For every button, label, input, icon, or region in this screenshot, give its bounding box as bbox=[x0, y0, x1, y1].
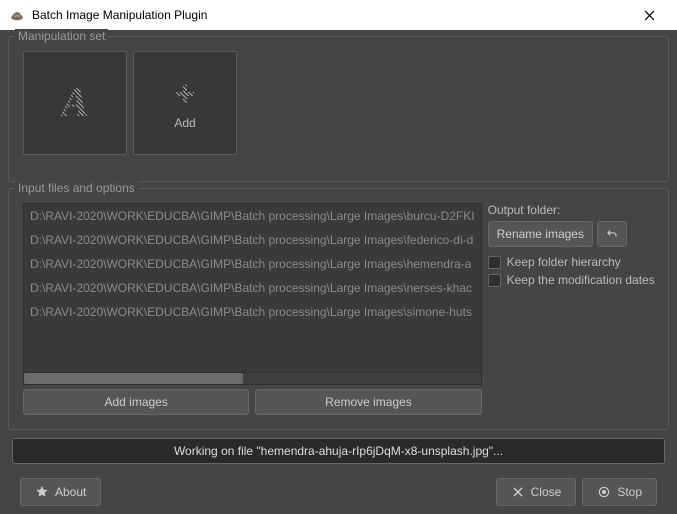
close-icon bbox=[511, 485, 525, 499]
input-files-label: Input files and options bbox=[15, 181, 138, 195]
keep-dates-checkbox[interactable] bbox=[488, 274, 501, 287]
remove-images-button[interactable]: Remove images bbox=[255, 389, 481, 415]
plus-icon: + bbox=[174, 76, 195, 112]
list-item[interactable]: D:\RAVI-2020\WORK\EDUCBA\GIMP\Batch proc… bbox=[24, 204, 481, 228]
window-title: Batch Image Manipulation Plugin bbox=[32, 8, 629, 22]
text-effect-icon: A bbox=[61, 82, 89, 124]
progress-bar: Working on file "hemendra-ahuja-rIp6jDqM… bbox=[12, 438, 665, 464]
keep-hierarchy-label: Keep folder hierarchy bbox=[507, 255, 621, 269]
stop-icon bbox=[597, 485, 611, 499]
list-item[interactable]: D:\RAVI-2020\WORK\EDUCBA\GIMP\Batch proc… bbox=[24, 276, 481, 300]
manipulation-set-label: Manipulation set bbox=[15, 29, 108, 43]
keep-hierarchy-row[interactable]: Keep folder hierarchy bbox=[488, 255, 655, 269]
keep-dates-row[interactable]: Keep the modification dates bbox=[488, 273, 655, 287]
close-button[interactable]: Close bbox=[496, 478, 577, 506]
file-list[interactable]: D:\RAVI-2020\WORK\EDUCBA\GIMP\Batch proc… bbox=[23, 203, 482, 373]
add-images-label: Add images bbox=[104, 395, 167, 409]
list-item[interactable]: D:\RAVI-2020\WORK\EDUCBA\GIMP\Batch proc… bbox=[24, 300, 481, 324]
about-label: About bbox=[55, 485, 86, 499]
titlebar: Batch Image Manipulation Plugin bbox=[0, 0, 677, 30]
window-close-button[interactable] bbox=[629, 0, 669, 30]
keep-hierarchy-checkbox[interactable] bbox=[488, 256, 501, 269]
stop-button[interactable]: Stop bbox=[582, 478, 657, 506]
add-manipulation-tile[interactable]: + Add bbox=[133, 51, 237, 155]
reset-output-button[interactable] bbox=[597, 221, 627, 247]
close-label: Close bbox=[531, 485, 562, 499]
star-icon bbox=[35, 485, 49, 499]
manipulation-set-group: Manipulation set A + Add bbox=[8, 36, 669, 182]
rename-images-button[interactable]: Rename images bbox=[488, 221, 593, 247]
list-item[interactable]: D:\RAVI-2020\WORK\EDUCBA\GIMP\Batch proc… bbox=[24, 252, 481, 276]
progress-text: Working on file "hemendra-ahuja-rIp6jDqM… bbox=[13, 439, 664, 463]
list-item[interactable]: D:\RAVI-2020\WORK\EDUCBA\GIMP\Batch proc… bbox=[24, 228, 481, 252]
add-images-button[interactable]: Add images bbox=[23, 389, 249, 415]
keep-dates-label: Keep the modification dates bbox=[507, 273, 655, 287]
close-icon bbox=[644, 10, 655, 21]
stop-label: Stop bbox=[617, 485, 642, 499]
undo-icon bbox=[605, 227, 619, 241]
scrollbar-thumb[interactable] bbox=[24, 373, 243, 384]
output-folder-label: Output folder: bbox=[488, 203, 655, 217]
remove-images-label: Remove images bbox=[325, 395, 412, 409]
horizontal-scrollbar[interactable] bbox=[23, 373, 482, 385]
rename-images-label: Rename images bbox=[497, 227, 584, 241]
add-tile-label: Add bbox=[174, 116, 195, 130]
input-files-group: Input files and options D:\RAVI-2020\WOR… bbox=[8, 188, 669, 430]
manipulation-tile[interactable]: A bbox=[23, 51, 127, 155]
app-logo-icon bbox=[8, 6, 26, 24]
about-button[interactable]: About bbox=[20, 478, 101, 506]
